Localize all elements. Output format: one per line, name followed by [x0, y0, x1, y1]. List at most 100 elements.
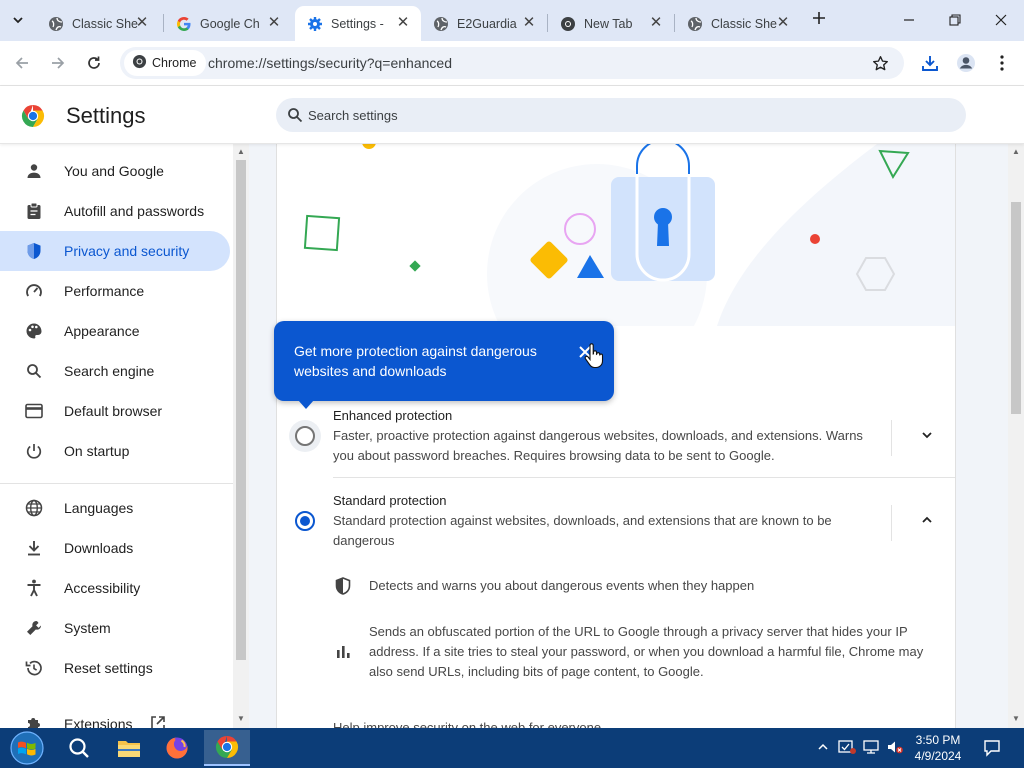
notifications-button[interactable]	[982, 738, 1002, 758]
chevron-down-icon	[922, 432, 932, 439]
sidebar-item-reset-settings[interactable]: Reset settings	[0, 648, 230, 688]
folder-icon	[118, 741, 140, 757]
scroll-up-arrow-icon[interactable]: ▲	[1011, 147, 1021, 157]
tab-classic-shell-2[interactable]: Classic She ✕	[675, 6, 801, 41]
taskbar-chrome[interactable]	[204, 730, 250, 766]
sidebar-item-privacy-and-security[interactable]: Privacy and security	[0, 231, 230, 271]
scroll-up-arrow-icon[interactable]: ▲	[236, 147, 246, 157]
sidebar-item-accessibility[interactable]: Accessibility	[0, 568, 230, 608]
globe-icon	[48, 16, 64, 32]
sidebar-item-extensions[interactable]: Extensions	[0, 704, 230, 728]
close-tab-icon[interactable]: ✕	[134, 15, 150, 31]
bar-chart-icon	[333, 642, 353, 662]
close-icon	[995, 14, 1007, 26]
clipboard-icon	[24, 201, 44, 221]
detail-text-detects: Detects and warns you about dangerous ev…	[369, 578, 755, 593]
tab-title: Classic She	[711, 16, 777, 31]
sidebar-item-label: Accessibility	[64, 580, 141, 596]
profile-button[interactable]	[954, 51, 978, 75]
sidebar-item-system[interactable]: System	[0, 608, 230, 648]
tray-network[interactable]	[862, 738, 880, 756]
sidebar-item-label: Appearance	[64, 323, 140, 339]
close-window-button[interactable]	[986, 6, 1016, 34]
close-tab-icon[interactable]: ✕	[521, 15, 537, 31]
sidebar-item-on-startup[interactable]: On startup	[0, 431, 230, 471]
address-bar[interactable]: Chrome chrome://settings/security?q=enha…	[120, 47, 904, 79]
tab-e2guardian[interactable]: E2Guardia ✕	[421, 6, 547, 41]
show-hidden-icons-button[interactable]	[814, 738, 832, 756]
browser-toolbar: Chrome chrome://settings/security?q=enha…	[0, 41, 1024, 86]
forward-button[interactable]	[44, 49, 72, 77]
search-icon	[288, 108, 303, 123]
security-illustration-icon	[277, 144, 955, 326]
search-icon	[24, 361, 44, 381]
sidebar-item-search-engine[interactable]: Search engine	[0, 351, 230, 391]
tab-title: Settings -	[331, 16, 384, 31]
sidebar-item-autofill[interactable]: Autofill and passwords	[0, 191, 230, 231]
start-button[interactable]	[8, 730, 46, 766]
back-button[interactable]	[8, 49, 36, 77]
sidebar-item-performance[interactable]: Performance	[0, 271, 230, 311]
search-input[interactable]	[308, 98, 908, 132]
chrome-menu-button[interactable]	[990, 51, 1014, 75]
tab-google-chrome[interactable]: Google Ch ✕	[164, 6, 292, 41]
enhanced-protection-radio[interactable]	[295, 426, 315, 446]
sidebar-scrollbar[interactable]: ▲ ▼	[233, 144, 249, 728]
scrollbar-thumb[interactable]	[236, 160, 246, 660]
close-tab-icon[interactable]: ✕	[266, 15, 282, 31]
tab-settings[interactable]: Settings - ✕	[295, 6, 421, 41]
sidebar-item-you-and-google[interactable]: You and Google	[0, 151, 230, 191]
content-scrollbar[interactable]: ▲ ▼	[1008, 144, 1024, 728]
settings-search-box[interactable]	[276, 98, 966, 132]
person-icon	[24, 161, 44, 181]
close-tab-icon[interactable]: ✕	[775, 15, 791, 31]
standard-protection-description: Standard protection against websites, do…	[333, 513, 832, 548]
taskbar-search-button[interactable]	[56, 730, 102, 766]
accessibility-icon	[24, 578, 44, 598]
close-tab-icon[interactable]: ✕	[648, 15, 664, 31]
new-tab-button[interactable]	[808, 9, 830, 31]
tray-action-center-flag[interactable]	[838, 738, 856, 756]
scroll-down-arrow-icon[interactable]: ▼	[1011, 714, 1021, 724]
tab-search-button[interactable]	[6, 8, 30, 32]
site-info-chip[interactable]: Chrome	[124, 50, 207, 76]
bubble-arrow	[298, 400, 314, 409]
shield-icon	[24, 241, 44, 261]
globe-icon	[433, 16, 449, 32]
tab-new-tab[interactable]: New Tab ✕	[548, 6, 674, 41]
downloads-button[interactable]	[918, 51, 942, 75]
sidebar-item-label: Reset settings	[64, 660, 153, 676]
sidebar-item-appearance[interactable]: Appearance	[0, 311, 230, 351]
chrome-icon	[560, 16, 576, 32]
scrollbar-thumb[interactable]	[1011, 202, 1021, 414]
reload-button[interactable]	[80, 49, 108, 77]
chevron-up-icon	[922, 516, 932, 523]
scroll-down-arrow-icon[interactable]: ▼	[236, 714, 246, 724]
taskbar-clock[interactable]: 3:50 PM 4/9/2024	[906, 732, 970, 764]
restore-button[interactable]	[940, 6, 970, 34]
sidebar-item-languages[interactable]: Languages	[0, 488, 230, 528]
sidebar-item-label: Languages	[64, 500, 134, 516]
sidebar-item-downloads[interactable]: Downloads	[0, 528, 230, 568]
wrench-icon	[24, 618, 44, 638]
standard-protection-radio[interactable]	[295, 511, 315, 531]
close-tab-icon[interactable]: ✕	[395, 15, 411, 31]
action-center-icon	[838, 740, 856, 754]
standard-protection-option[interactable]: Standard protection Standard protection …	[277, 487, 955, 567]
chrome-icon	[215, 736, 239, 758]
sidebar-item-default-browser[interactable]: Default browser	[0, 391, 230, 431]
tray-volume-muted[interactable]	[886, 738, 904, 756]
sidebar-item-label: Performance	[64, 283, 145, 299]
enhanced-protection-option[interactable]: Enhanced protection Faster, proactive pr…	[277, 402, 955, 482]
minimize-button[interactable]	[894, 6, 924, 34]
standard-protection-title: Standard protection	[333, 493, 447, 508]
tab-classic-shell-1[interactable]: Classic She ✕	[36, 6, 160, 41]
enhanced-expand-button[interactable]	[915, 423, 939, 447]
chrome-logo-icon	[21, 105, 45, 127]
profile-avatar-icon	[957, 54, 975, 72]
taskbar-file-explorer[interactable]	[106, 730, 152, 766]
url-text[interactable]: chrome://settings/security?q=enhanced	[208, 55, 452, 71]
standard-collapse-button[interactable]	[915, 508, 939, 532]
taskbar-firefox[interactable]	[154, 730, 200, 766]
bookmark-star-button[interactable]	[870, 53, 890, 73]
